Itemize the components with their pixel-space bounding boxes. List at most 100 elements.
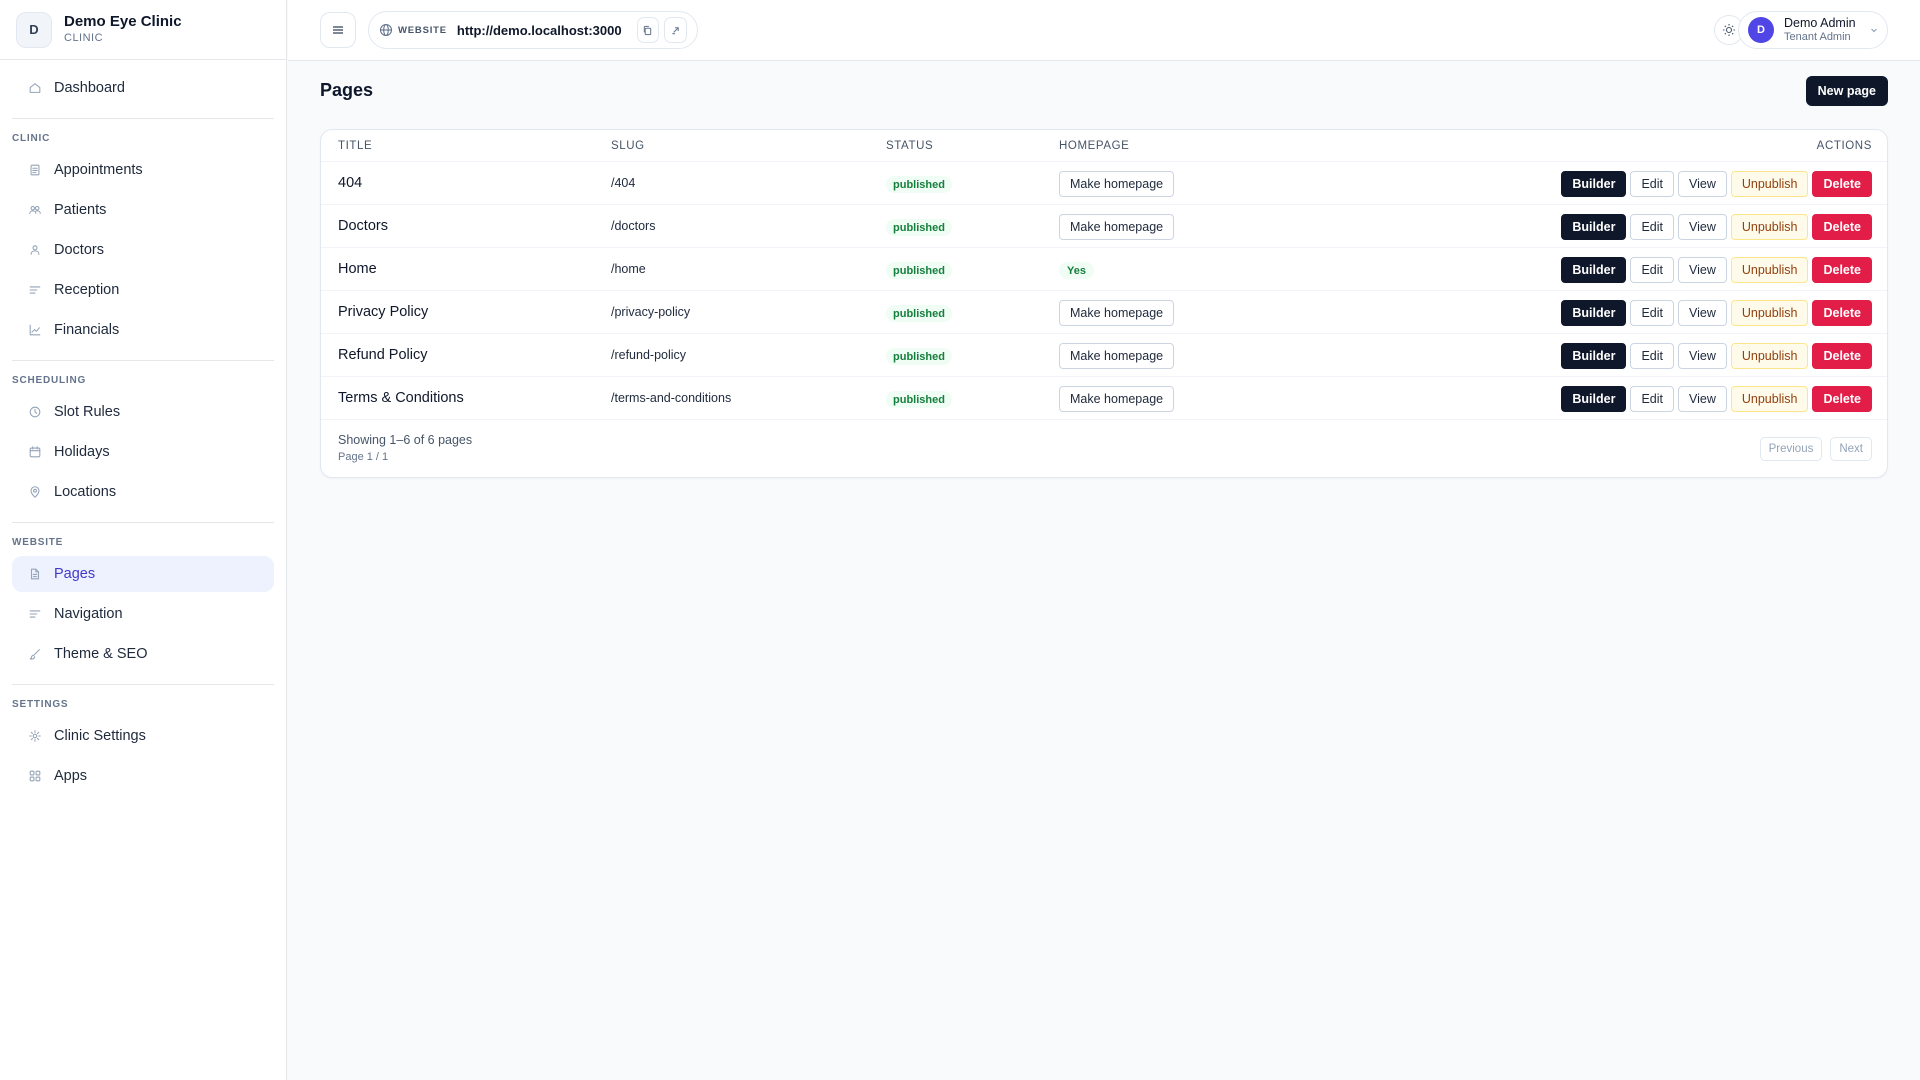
table-row: Home/home published Yes Builder Edit View Unpu… [321, 248, 1887, 291]
edit-button[interactable]: Edit [1630, 171, 1674, 197]
sidebar-item-patients[interactable]: Patients [12, 192, 274, 228]
page-slug-cell: /404 [611, 176, 636, 190]
page-title-cell: Home [338, 261, 377, 277]
list-icon [26, 161, 44, 179]
sidebar-item-doctors[interactable]: Doctors [12, 232, 274, 268]
delete-button[interactable]: Delete [1812, 257, 1872, 283]
sidebar-item-navigation[interactable]: Navigation [12, 596, 274, 632]
sidebar-item-financials[interactable]: Financials [12, 312, 274, 348]
user-icon [26, 241, 44, 259]
row-actions: Builder Edit View Unpublish Delete [1561, 171, 1872, 197]
sidebar-item-dashboard[interactable]: Dashboard [12, 70, 274, 106]
homepage-badge: Yes [1059, 262, 1094, 279]
builder-button[interactable]: Builder [1561, 214, 1627, 240]
sidebar-item-theme-and-seo[interactable]: Theme & SEO [12, 636, 274, 672]
unpublish-button[interactable]: Unpublish [1730, 214, 1809, 240]
sidebar-item-slot-rules[interactable]: Slot Rules [12, 394, 274, 430]
make-homepage-button[interactable]: Make homepage [1059, 214, 1175, 240]
sidebar-item-appointments[interactable]: Appointments [12, 152, 274, 188]
sidebar-nav: Dashboard CLINIC Appointments Patients Doct… [0, 60, 286, 808]
gear-icon [26, 727, 44, 745]
delete-button[interactable]: Delete [1812, 300, 1872, 326]
view-button[interactable]: View [1678, 386, 1727, 412]
column-header-slug: SLUG [611, 140, 645, 152]
sidebar-item-pages[interactable]: Pages [12, 556, 274, 592]
page-title-cell: Refund Policy [338, 347, 428, 363]
view-button[interactable]: View [1678, 214, 1727, 240]
sidebar-item-clinic-settings[interactable]: Clinic Settings [12, 718, 274, 754]
view-button[interactable]: View [1678, 300, 1727, 326]
builder-button[interactable]: Builder [1561, 300, 1627, 326]
sidebar-item-apps[interactable]: Apps [12, 758, 274, 794]
section-label-scheduling: SCHEDULING [12, 375, 87, 386]
view-button[interactable]: View [1678, 171, 1727, 197]
previous-page-button[interactable]: Previous [1759, 437, 1823, 461]
sidebar-item-label: Slot Rules [54, 404, 121, 420]
section-label-settings: SETTINGS [12, 699, 69, 710]
builder-button[interactable]: Builder [1561, 386, 1627, 412]
sidebar-item-reception[interactable]: Reception [12, 272, 274, 308]
topbar: WEBSITE http://demo.localhost:3000 D Dem… [288, 0, 1920, 61]
sidebar-item-label: Holidays [54, 444, 110, 460]
unpublish-button[interactable]: Unpublish [1730, 300, 1809, 326]
new-page-button[interactable]: New page [1805, 76, 1888, 106]
unpublish-button[interactable]: Unpublish [1730, 386, 1809, 412]
pagination: Previous Next [1759, 437, 1872, 461]
delete-button[interactable]: Delete [1812, 171, 1872, 197]
edit-button[interactable]: Edit [1630, 257, 1674, 283]
table-row: Refund Policy/refund-policy published Make… [321, 334, 1887, 377]
status-badge: published [886, 262, 952, 279]
page-slug-cell: /home [611, 262, 646, 276]
website-url[interactable]: http://demo.localhost:3000 [457, 23, 622, 38]
builder-button[interactable]: Builder [1561, 343, 1627, 369]
lines-icon [26, 605, 44, 623]
chevron-down-icon [1869, 25, 1879, 35]
page-slug-cell: /privacy-policy [611, 305, 691, 319]
section-label-website: WEBSITE [12, 537, 64, 548]
copy-url-button[interactable] [636, 17, 660, 43]
make-homepage-button[interactable]: Make homepage [1059, 343, 1175, 369]
delete-button[interactable]: Delete [1812, 214, 1872, 240]
pin-icon [26, 483, 44, 501]
table-row: Privacy Policy/privacy-policy published Ma… [321, 291, 1887, 334]
brand-avatar: D [16, 11, 52, 48]
unpublish-button[interactable]: Unpublish [1730, 171, 1809, 197]
users-icon [26, 201, 44, 219]
status-badge: published [886, 391, 952, 408]
user-menu[interactable]: D Demo Admin Tenant Admin [1738, 11, 1888, 49]
sidebar-item-holidays[interactable]: Holidays [12, 434, 274, 470]
menu-toggle-button[interactable] [320, 12, 356, 48]
website-label: WEBSITE [398, 24, 447, 36]
sidebar-item-label: Appointments [54, 162, 143, 178]
edit-button[interactable]: Edit [1630, 386, 1674, 412]
view-button[interactable]: View [1678, 343, 1727, 369]
row-actions: Builder Edit View Unpublish Delete [1561, 300, 1872, 326]
next-page-button[interactable]: Next [1830, 437, 1872, 461]
page-title-cell: 404 [338, 175, 363, 191]
column-header-status: STATUS [886, 140, 934, 152]
make-homepage-button[interactable]: Make homepage [1059, 386, 1175, 412]
unpublish-button[interactable]: Unpublish [1730, 257, 1809, 283]
page-title-cell: Terms & Conditions [338, 390, 464, 406]
pagination-info: Showing 1–6 of 6 pages Page 1 / 1 [338, 432, 472, 466]
copy-icon [644, 25, 652, 35]
edit-button[interactable]: Edit [1630, 343, 1674, 369]
builder-button[interactable]: Builder [1561, 257, 1627, 283]
make-homepage-button[interactable]: Make homepage [1059, 300, 1175, 326]
open-website-button[interactable] [664, 17, 687, 43]
status-badge: published [886, 176, 952, 193]
status-badge: published [886, 348, 952, 365]
unpublish-button[interactable]: Unpublish [1730, 343, 1809, 369]
edit-button[interactable]: Edit [1630, 300, 1674, 326]
view-button[interactable]: View [1678, 257, 1727, 283]
edit-button[interactable]: Edit [1630, 214, 1674, 240]
make-homepage-button[interactable]: Make homepage [1059, 171, 1175, 197]
row-actions: Builder Edit View Unpublish Delete [1561, 214, 1872, 240]
sidebar-item-label: Dashboard [54, 80, 125, 96]
sidebar-item-locations[interactable]: Locations [12, 474, 274, 510]
delete-button[interactable]: Delete [1812, 343, 1872, 369]
page-slug-cell: /terms-and-conditions [611, 391, 732, 405]
builder-button[interactable]: Builder [1561, 171, 1627, 197]
delete-button[interactable]: Delete [1812, 386, 1872, 412]
status-badge: published [886, 305, 952, 322]
